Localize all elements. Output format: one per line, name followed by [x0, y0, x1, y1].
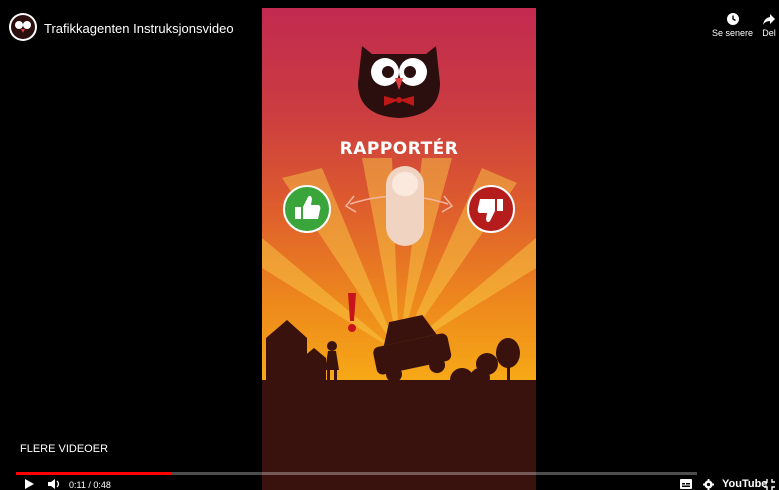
owl-logo-icon[interactable] — [8, 12, 38, 42]
share-icon — [763, 14, 775, 25]
play-icon[interactable] — [24, 479, 34, 489]
share-label: Del — [762, 28, 776, 38]
gear-icon[interactable] — [703, 479, 714, 490]
owl-logo — [358, 46, 440, 118]
share-button[interactable]: Del — [762, 12, 776, 38]
more-videos-button[interactable]: FLERE VIDEOER — [20, 443, 108, 455]
clock-icon — [726, 13, 739, 25]
subtitles-icon[interactable] — [680, 479, 692, 489]
video-frame: RAPPORTÉR — [262, 8, 536, 490]
video-title[interactable]: Trafikkagenten Instruksjonsvideo — [44, 21, 234, 36]
volume-icon[interactable] — [48, 479, 61, 489]
thumbs-up-icon — [283, 185, 331, 233]
time-display: 0:11 / 0:48 — [69, 480, 111, 490]
swipe-finger-icon — [386, 166, 424, 246]
exit-fullscreen-icon[interactable] — [764, 479, 775, 490]
progress-played — [16, 472, 172, 475]
watch-later-button[interactable]: Se senere — [712, 12, 753, 38]
watch-later-label: Se senere — [712, 28, 754, 38]
progress-bar[interactable] — [16, 472, 697, 475]
youtube-logo[interactable]: YouTube — [722, 478, 767, 490]
app-headline: RAPPORTÉR — [339, 139, 459, 159]
app-screen-illustration — [262, 46, 536, 490]
thumbs-down-icon — [467, 185, 515, 233]
ground-silhouettes — [262, 315, 536, 490]
video-player[interactable]: RAPPORTÉR Trafikkagenten Instruksjonsvid… — [0, 0, 779, 490]
